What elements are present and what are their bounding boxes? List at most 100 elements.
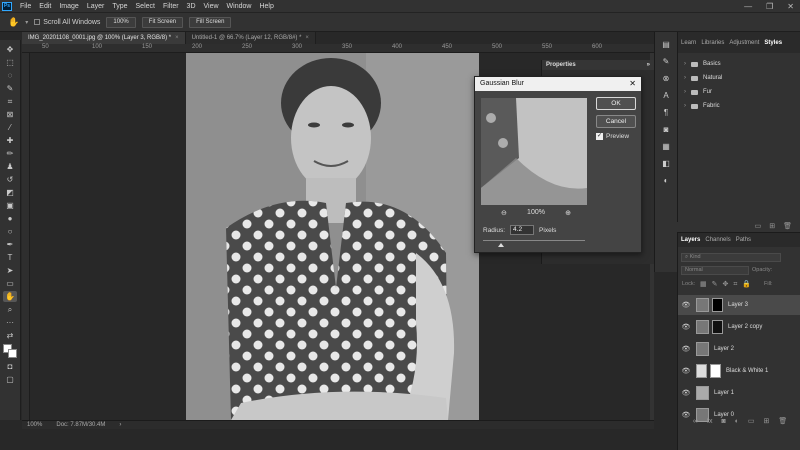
menu-filter[interactable]: Filter [159,3,183,10]
clone-source-icon[interactable]: ⊗ [660,74,672,85]
photo-image[interactable] [186,53,479,420]
adjustment-icon[interactable]: ◐ [735,418,739,425]
eye-icon[interactable]: 👁 [681,301,691,309]
healing-tool-icon[interactable]: ✚ [3,135,17,146]
rectangle-tool-icon[interactable]: ▭ [3,278,17,289]
frame-tool-icon[interactable]: ⊠ [3,109,17,120]
color-swatches[interactable] [2,343,18,359]
status-zoom[interactable]: 100% [27,422,42,428]
layer-kind-filter[interactable]: ⌕ Kind [681,253,781,262]
tab-paths[interactable]: Paths [736,237,751,243]
close-icon[interactable]: ✕ [787,2,794,11]
brush-tool-icon[interactable]: ✏ [3,148,17,159]
tab-channels[interactable]: Channels [705,237,730,243]
marquee-tool-icon[interactable]: ⬚ [3,57,17,68]
trash-icon[interactable]: 🗑 [778,417,787,425]
quick-select-tool-icon[interactable]: ✎ [3,83,17,94]
hand-tool-icon[interactable]: ✋ [8,17,19,28]
layer-row-layer-2[interactable]: 👁 Layer 2 [678,339,800,359]
brush-settings-icon[interactable]: ✎ [660,57,672,68]
tab-layers[interactable]: Layers [681,237,700,243]
tab-learn[interactable]: Learn [681,40,696,46]
ruler-vertical[interactable] [22,53,30,420]
radius-slider-knob[interactable] [498,243,505,247]
chevron-right-icon[interactable]: › [119,422,121,428]
zoom-tool-icon[interactable]: ⌕ [3,304,17,315]
character-icon[interactable]: A [660,91,672,102]
maximize-icon[interactable]: ❐ [766,2,773,11]
style-folder-fur[interactable]: › Fur [678,85,800,99]
layer-mask-thumbnail[interactable] [712,320,723,334]
eyedropper-tool-icon[interactable]: ⁄ [3,122,17,133]
navigator-icon[interactable]: ◧ [660,159,672,170]
layer-row-black-white-1[interactable]: 👁 Black & White 1 [678,361,800,381]
menu-view[interactable]: View [200,3,223,10]
stamp-tool-icon[interactable]: ♟ [3,161,17,172]
swatches-icon[interactable]: ▦ [660,142,672,153]
layer-mask-thumbnail[interactable] [710,364,721,378]
trash-icon[interactable]: 🗑 [783,222,792,232]
tab-untitled-1[interactable]: Untitled-1 @ 66.7% (Layer 12, RGB/8#) * × [185,32,316,44]
radius-slider[interactable] [483,240,585,241]
glyphs-icon[interactable]: ◙ [660,125,672,136]
new-style-icon[interactable]: ⊞ [769,222,775,232]
collapse-icon[interactable]: » [647,62,650,68]
tab-styles[interactable]: Styles [764,40,782,46]
tab-libraries[interactable]: Libraries [701,40,724,46]
zoom-100-button[interactable]: 100% [106,16,136,28]
lasso-tool-icon[interactable]: ◌ [3,70,17,81]
history-icon[interactable]: ▤ [660,40,672,51]
tab-adjustments[interactable]: Adjustment [729,40,759,46]
type-tool-icon[interactable]: T [3,252,17,263]
menu-image[interactable]: Image [55,3,82,10]
crop-tool-icon[interactable]: ⌗ [3,96,17,107]
path-select-icon[interactable]: ➤ [3,265,17,276]
move-tool-icon[interactable]: ✥ [3,44,17,55]
pen-tool-icon[interactable]: ✒ [3,239,17,250]
background-color[interactable] [8,349,17,358]
new-layer-icon[interactable]: ⊞ [764,417,770,425]
close-tab-icon[interactable]: × [305,35,309,41]
radius-input[interactable]: 4.2 [510,225,535,235]
screen-mode-icon[interactable]: ▢ [3,374,17,385]
scroll-all-windows-checkbox[interactable]: Scroll All Windows [34,19,100,26]
zoom-out-icon[interactable]: ⊖ [501,209,507,217]
menu-file[interactable]: File [16,3,35,10]
more-tools-icon[interactable]: ··· [3,317,17,328]
adjustments-icon[interactable]: ◐ [660,176,672,187]
menu-type[interactable]: Type [108,3,131,10]
quick-mask-icon[interactable]: ◘ [3,361,17,372]
fill-screen-button[interactable]: Fill Screen [189,16,232,28]
dialog-title-bar[interactable]: Gaussian Blur ✕ [475,77,641,91]
eye-icon[interactable]: 👁 [681,389,691,397]
layer-row-layer-3[interactable]: 👁 Layer 3 [678,295,800,315]
ok-button[interactable]: OK [596,97,636,110]
layer-row-layer-2-copy[interactable]: 👁 Layer 2 copy [678,317,800,337]
minimize-icon[interactable]: — [744,2,752,11]
close-icon[interactable]: ✕ [629,77,641,91]
paragraph-icon[interactable]: ¶ [660,108,672,119]
style-folder-basics[interactable]: › Basics [678,57,800,71]
eye-icon[interactable]: 👁 [681,367,691,375]
properties-header[interactable]: Properties » [542,60,654,70]
tab-img-20201108[interactable]: IMG_20201108_0001.jpg @ 100% (Layer 3, R… [22,32,186,44]
style-folder-natural[interactable]: › Natural [678,71,800,85]
cancel-button[interactable]: Cancel [596,115,636,128]
new-folder-icon[interactable]: ▭ [755,222,762,232]
fit-screen-button[interactable]: Fit Screen [141,16,184,28]
blur-tool-icon[interactable]: ● [3,213,17,224]
eraser-tool-icon[interactable]: ◩ [3,187,17,198]
menu-help[interactable]: Help [255,3,277,10]
close-tab-icon[interactable]: × [175,35,179,41]
blend-mode-select[interactable]: Normal [681,266,749,275]
link-icon[interactable]: ∞ [693,418,698,425]
eye-icon[interactable]: 👁 [681,323,691,331]
fx-icon[interactable]: fx [707,418,712,425]
style-folder-fabric[interactable]: › Fabric [678,99,800,113]
dodge-tool-icon[interactable]: ○ [3,226,17,237]
menu-3d[interactable]: 3D [183,3,200,10]
swap-colors-icon[interactable]: ⇄ [3,330,17,341]
new-group-icon[interactable]: ▭ [748,417,755,425]
blur-preview[interactable] [481,98,587,205]
layer-mask-thumbnail[interactable] [712,298,723,312]
